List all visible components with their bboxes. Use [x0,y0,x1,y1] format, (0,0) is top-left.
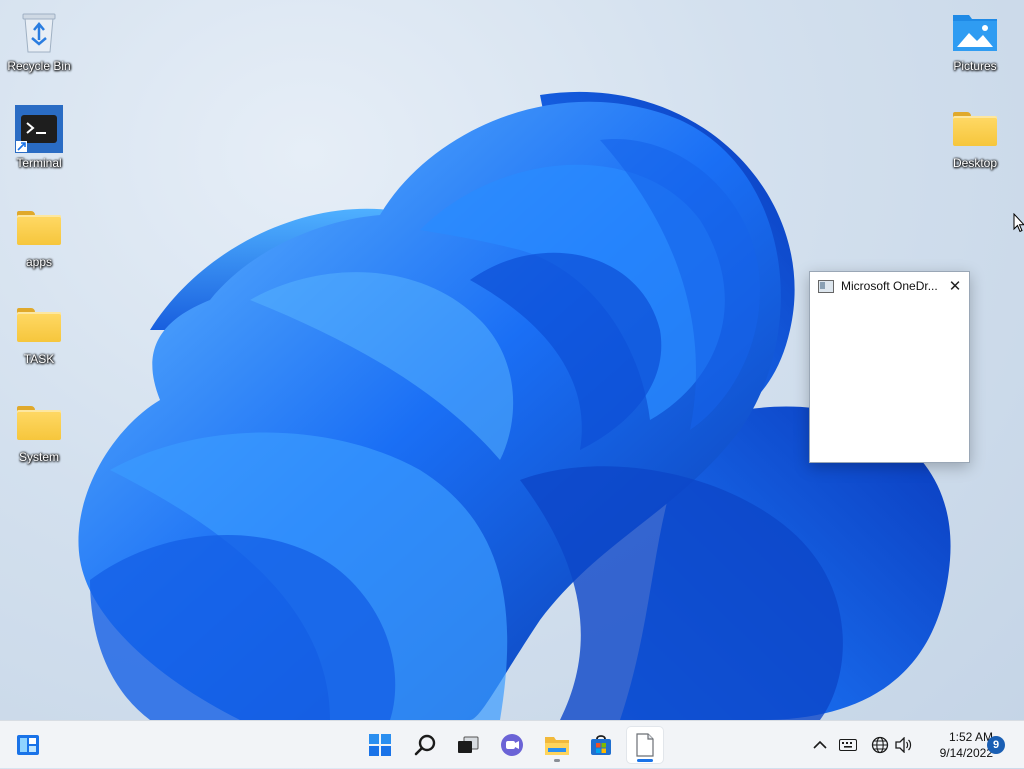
desktop-icon-label: Terminal [16,156,62,170]
chat-icon [501,734,523,756]
desktop-icon-pictures[interactable]: Pictures [939,8,1011,73]
recycle-bin-icon [15,8,63,56]
taskbar: 1:52 AM 9/14/2022 [0,720,1024,768]
tray-keyboard-button[interactable] [837,721,859,769]
widgets-icon [17,735,39,755]
desktop: Recycle Bin Terminal apps TASK System Pi… [0,0,1024,720]
window-titlebar[interactable]: Microsoft OneDr... ✕ [810,272,969,300]
desktop-icon-label: Desktop [952,156,998,170]
tray-network-button[interactable] [869,721,891,769]
running-indicator [554,759,560,762]
terminal-icon [15,105,63,153]
desktop-icon-label: TASK [23,352,55,366]
desktop-icon-system[interactable]: System [3,399,75,464]
folder-icon [15,399,63,447]
taskbar-chat-button[interactable] [494,727,530,763]
onedrive-window[interactable]: Microsoft OneDr... ✕ [809,271,970,463]
document-icon [636,733,654,757]
task-view-icon [458,736,479,753]
pictures-folder-icon [951,8,999,56]
app-window-icon [818,279,834,293]
desktop-icon-task[interactable]: TASK [3,301,75,366]
taskbar-widgets-button[interactable] [10,727,46,763]
tray-overflow-chevron[interactable] [808,721,832,769]
chevron-up-icon [813,740,827,749]
desktop-icon-desktop[interactable]: Desktop [939,105,1011,170]
desktop-icon-apps[interactable]: apps [3,204,75,269]
mouse-cursor-icon [1013,213,1024,233]
folder-icon [15,204,63,252]
desktop-icon-recycle-bin[interactable]: Recycle Bin [3,8,75,73]
taskbar-search-button[interactable] [407,727,443,763]
windows-start-icon [369,734,391,756]
tray-volume-button[interactable] [893,721,915,769]
globe-icon [871,736,889,754]
file-explorer-icon [545,737,569,755]
desktop-icon-label: Pictures [953,59,997,73]
taskbar-store-button[interactable] [583,727,619,763]
window-title: Microsoft OneDr... [841,279,938,293]
taskbar-task-view-button[interactable] [450,727,486,763]
taskbar-start-button[interactable] [362,727,398,763]
folder-icon [951,105,999,153]
close-button[interactable]: ✕ [941,272,969,300]
folder-icon [15,301,63,349]
desktop-icon-label: Recycle Bin [7,59,71,73]
notification-badge[interactable]: 9 [987,736,1005,754]
tray-clock[interactable]: 1:52 AM 9/14/2022 [917,729,993,761]
search-icon [414,734,436,756]
taskbar-file-explorer-button[interactable] [539,727,575,763]
store-icon [591,735,611,755]
desktop-icon-label: System [18,450,59,464]
taskbar-notepad-button[interactable] [627,727,663,763]
desktop-icon-label: apps [25,255,53,269]
speaker-icon [895,737,912,753]
clock-time: 1:52 AM [948,730,993,744]
keyboard-icon [839,739,857,751]
running-indicator [637,759,653,762]
clock-date: 9/14/2022 [939,746,993,760]
desktop-icon-terminal[interactable]: Terminal [3,105,75,170]
